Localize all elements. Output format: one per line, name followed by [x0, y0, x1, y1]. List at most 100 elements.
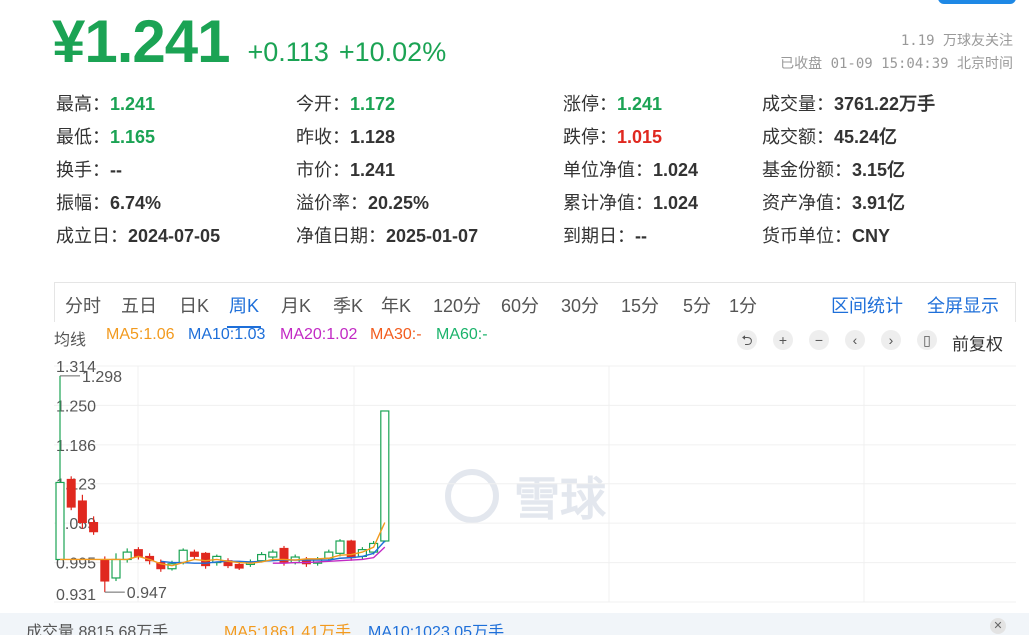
stat-value: 3.91亿 [852, 193, 906, 213]
volume-label: 成交量 8815.68万手 [26, 624, 169, 635]
stat-value: 1.165 [110, 127, 156, 147]
change-percent: +10.02% [338, 37, 447, 67]
candle-body [111, 558, 121, 579]
tab-7[interactable]: 120分 [433, 292, 481, 318]
stat-label: 换手： [56, 160, 110, 180]
period-tabs: 分时 五日 日K 周K 月K 季K 年K 120分 60分 30分 15分 5分 1分 区间统计 全屏显示 [54, 282, 1016, 328]
stat-label: 资产净值： [762, 193, 852, 213]
stat-label: 成交额： [762, 127, 834, 147]
stat-item: 昨收：1.128 [296, 123, 395, 149]
high-marker-label: 1.298 [82, 369, 122, 386]
candle-body [189, 551, 199, 557]
price-change: +0.113 +10.02% [248, 37, 457, 68]
candle-body [234, 563, 244, 569]
tab-5[interactable]: 季K [333, 292, 363, 318]
y-tick-label: 1.250 [56, 398, 96, 415]
stat-value: 1.241 [110, 94, 156, 114]
stat-item: 换手：-- [56, 156, 122, 182]
stat-label: 振幅： [56, 193, 110, 213]
next-icon[interactable]: › [881, 330, 901, 350]
ma60-value: MA60:- [436, 326, 488, 343]
close-icon[interactable]: ✕ [990, 618, 1006, 634]
stat-item: 最高：1.241 [56, 90, 155, 116]
tab-8[interactable]: 60分 [501, 292, 539, 318]
stat-value: 6.74% [110, 193, 162, 213]
candle-body [268, 551, 278, 558]
tab-9[interactable]: 30分 [561, 292, 599, 318]
stat-label: 涨停： [563, 94, 617, 114]
tab-0[interactable]: 分时 [65, 292, 101, 318]
stat-item: 跌停：1.015 [563, 123, 662, 149]
stat-label: 溢价率： [296, 193, 368, 213]
tab-11[interactable]: 5分 [683, 292, 711, 318]
volume-ma10: MA10:1023.05万手 [368, 624, 505, 635]
stat-value: 1.128 [350, 127, 396, 147]
stat-label: 成立日： [56, 226, 128, 246]
stat-item: 市价：1.241 [296, 156, 395, 182]
stat-label: 跌停： [563, 127, 617, 147]
stat-item: 最低：1.165 [56, 123, 155, 149]
market-status: 已收盘 01-09 15:04:39 北京时间 [780, 56, 1013, 72]
stat-label: 到期日： [563, 226, 635, 246]
stat-value: 1.172 [350, 94, 396, 114]
tab-1[interactable]: 五日 [121, 292, 157, 318]
stat-value: -- [110, 160, 122, 180]
tab-4[interactable]: 月K [281, 292, 311, 318]
stat-item: 净值日期：2025-01-07 [296, 222, 478, 248]
stat-value: 1.024 [653, 193, 699, 213]
stat-label: 单位净值： [563, 160, 653, 180]
stat-item: 今开：1.172 [296, 90, 395, 116]
zoom-out-icon[interactable]: − [809, 330, 829, 350]
stat-label: 净值日期： [296, 226, 386, 246]
stat-item: 溢价率：20.25% [296, 189, 429, 215]
ma-indicator-row: 均线 MA5:1.06 MA10:1.03 MA20:1.02 MA30:- M… [54, 326, 1016, 350]
stat-value: 3.15亿 [852, 160, 906, 180]
candle-body [257, 553, 267, 562]
stat-value: 3761.22万手 [834, 94, 936, 114]
tab-12[interactable]: 1分 [729, 292, 757, 318]
stat-value: 45.24亿 [834, 127, 898, 147]
stat-value: 2024-07-05 [128, 226, 221, 246]
stat-item: 振幅：6.74% [56, 189, 161, 215]
stat-value: CNY [852, 226, 891, 246]
range-stats-link[interactable]: 区间统计 [831, 292, 903, 318]
stat-item: 基金份额：3.15亿 [762, 156, 905, 182]
volume-indicator-row: 成交量 8815.68万手 MA5:1861.41万手 MA10:1023.05… [0, 613, 1029, 635]
ma5-value: MA5:1.06 [106, 326, 175, 343]
current-price: ¥1.241 [52, 8, 231, 75]
tab-6[interactable]: 年K [381, 292, 411, 318]
prev-icon[interactable]: ‹ [845, 330, 865, 350]
stat-item: 累计净值：1.024 [563, 189, 698, 215]
candle-body [100, 558, 110, 582]
candle-body [89, 522, 99, 533]
stat-value: 1.015 [617, 127, 663, 147]
stat-label: 货币单位： [762, 226, 852, 246]
low-marker-label: 0.947 [127, 585, 167, 602]
volume-ma5: MA5:1861.41万手 [224, 624, 352, 635]
tab-10[interactable]: 15分 [621, 292, 659, 318]
zoom-in-icon[interactable]: + [773, 330, 793, 350]
candle-body [133, 549, 143, 557]
stat-item: 单位净值：1.024 [563, 156, 698, 182]
tab-3[interactable]: 周K [226, 292, 262, 328]
candle-body [380, 410, 390, 542]
stat-item: 成交额：45.24亿 [762, 123, 897, 149]
stat-value: 1.241 [617, 94, 663, 114]
ma20-value: MA20:1.02 [280, 326, 358, 343]
candlestick-chart[interactable]: 雪球1.3141.2501.1861.1231.0590.9950.9311.2… [54, 350, 1016, 612]
stat-value: 1.024 [653, 160, 699, 180]
candle-body [335, 540, 345, 554]
stat-value: 2025-01-07 [386, 226, 479, 246]
fullscreen-link[interactable]: 全屏显示 [927, 292, 999, 318]
undo-icon[interactable]: ⮌ [737, 330, 757, 350]
watermark-logo [445, 469, 499, 523]
candle-body [77, 500, 87, 524]
top-action-button[interactable] [938, 0, 1016, 4]
candle-toggle-icon[interactable]: ▯ [917, 330, 937, 350]
stat-value: 20.25% [368, 193, 430, 213]
y-tick-label: 0.931 [56, 587, 96, 604]
price-header: ¥1.241 +0.113 +10.02% [52, 6, 456, 74]
tab-2[interactable]: 日K [179, 292, 209, 318]
stat-label: 最高： [56, 94, 110, 114]
ma-line-label[interactable]: 均线 [54, 326, 86, 350]
